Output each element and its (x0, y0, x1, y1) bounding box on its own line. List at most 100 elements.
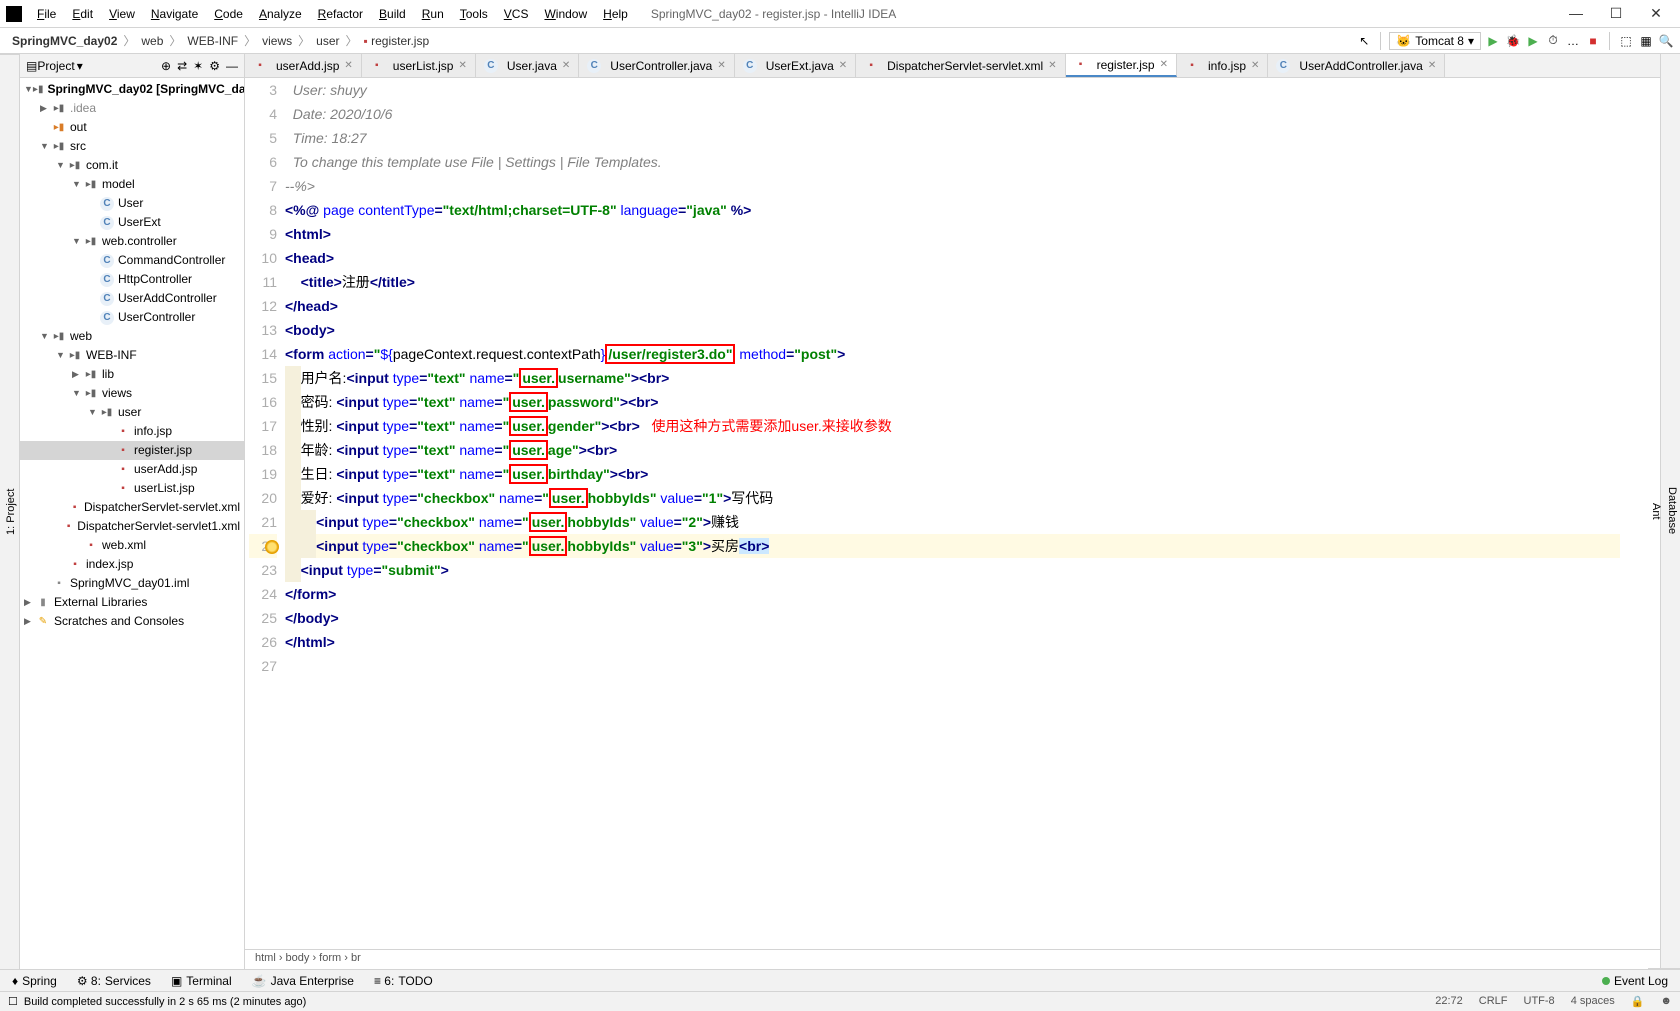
tree-item[interactable]: ▼▸▮src (20, 137, 244, 156)
editor-tab[interactable]: CUserController.java✕ (579, 54, 734, 77)
tree-item[interactable]: CHttpController (20, 270, 244, 289)
tree-item[interactable]: CUser (20, 194, 244, 213)
menu-edit[interactable]: Edit (65, 4, 100, 24)
menu-code[interactable]: Code (207, 4, 250, 24)
close-icon[interactable]: ✕ (344, 60, 352, 71)
profile-button[interactable]: ⏱ (1545, 33, 1561, 49)
caret-position[interactable]: 22:72 (1435, 995, 1463, 1008)
tree-item[interactable]: ▪userList.jsp (20, 479, 244, 498)
tree-item[interactable]: ▪register.jsp (20, 441, 244, 460)
indent-setting[interactable]: 4 spaces (1571, 995, 1615, 1008)
tree-item[interactable]: ▼▸▮views (20, 384, 244, 403)
close-button[interactable]: ✕ (1642, 5, 1670, 22)
run-config-selector[interactable]: 🐱 Tomcat 8 ▾ (1389, 32, 1481, 50)
tree-item[interactable]: ▼▸▮WEB-INF (20, 346, 244, 365)
tool-tab[interactable]: 2: Structure (0, 54, 3, 969)
close-icon[interactable]: ✕ (1048, 60, 1056, 71)
close-icon[interactable]: ✕ (1428, 60, 1436, 71)
intention-bulb-icon[interactable] (265, 534, 279, 558)
project-tree[interactable]: ▼▸▮SpringMVC_day02 [SpringMVC_day01]▶▸▮.… (20, 78, 244, 969)
tree-item[interactable]: ▶▸▮.idea (20, 99, 244, 118)
tool-tab[interactable]: 1: Project (3, 54, 19, 969)
debug-button[interactable]: 🐞 (1505, 33, 1521, 49)
tree-item[interactable]: ▪DispatcherServlet-servlet1.xml (20, 517, 244, 536)
tree-item[interactable]: ▶▮External Libraries (20, 593, 244, 612)
editor-tab[interactable]: ▪info.jsp✕ (1177, 54, 1268, 77)
line-separator[interactable]: CRLF (1479, 995, 1508, 1008)
menu-run[interactable]: Run (415, 4, 451, 24)
editor-tab[interactable]: CUser.java✕ (476, 54, 579, 77)
event-log-tab[interactable]: Event Log (1596, 974, 1674, 988)
bottom-tool-tab[interactable]: ≡ 6:TODO (368, 974, 439, 988)
structure-button[interactable]: ▦ (1638, 33, 1654, 49)
maximize-button[interactable]: ☐ (1602, 5, 1630, 22)
menu-build[interactable]: Build (372, 4, 413, 24)
editor-tab[interactable]: CUserExt.java✕ (735, 54, 856, 77)
bottom-tool-tab[interactable]: ☕Java Enterprise (246, 974, 360, 988)
tree-item[interactable]: ▶✎Scratches and Consoles (20, 612, 244, 631)
nav-crumb[interactable]: ▪ register.jsp (358, 32, 436, 50)
menu-file[interactable]: File (30, 4, 63, 24)
search-button[interactable]: 🔍 (1658, 33, 1674, 49)
editor-tab[interactable]: CUserAddController.java✕ (1268, 54, 1445, 77)
nav-crumb[interactable]: WEB-INF (181, 32, 244, 50)
nav-crumb[interactable]: views (256, 32, 298, 50)
menu-window[interactable]: Window (537, 4, 594, 24)
select-opened-icon[interactable]: ⊕ (161, 59, 171, 73)
show-tools-icon[interactable]: ☐ (8, 995, 18, 1008)
minimize-button[interactable]: — (1562, 5, 1590, 22)
tree-item[interactable]: ▸▮out (20, 118, 244, 137)
close-icon[interactable]: ✕ (717, 60, 725, 71)
settings-icon[interactable]: ⚙ (209, 59, 220, 73)
menu-analyze[interactable]: Analyze (252, 4, 309, 24)
nav-crumb[interactable]: user (310, 32, 345, 50)
menu-help[interactable]: Help (596, 4, 635, 24)
editor-tab[interactable]: ▪userAdd.jsp✕ (245, 54, 362, 77)
tool-tab[interactable]: Database (1664, 54, 1680, 969)
bottom-tool-tab[interactable]: ⚙ 8:Services (71, 974, 157, 988)
tree-item[interactable]: ▼▸▮user (20, 403, 244, 422)
code-editor[interactable]: 3456789101112131415161718192021222324252… (245, 78, 1660, 949)
editor-tab[interactable]: ▪DispatcherServlet-servlet.xml✕ (856, 54, 1065, 77)
tree-item[interactable]: ▪index.jsp (20, 555, 244, 574)
expand-icon[interactable]: ⇄ (177, 59, 187, 73)
update-button[interactable]: ⬚ (1618, 33, 1634, 49)
close-icon[interactable]: ✕ (839, 60, 847, 71)
tree-item[interactable]: ▼▸▮web.controller (20, 232, 244, 251)
tree-item[interactable]: ▼▸▮model (20, 175, 244, 194)
collapse-icon[interactable]: ✶ (193, 59, 203, 73)
menu-view[interactable]: View (102, 4, 142, 24)
coverage-button[interactable]: ▶ (1525, 33, 1541, 49)
close-icon[interactable]: ✕ (458, 60, 466, 71)
nav-crumb[interactable]: web (135, 32, 169, 50)
tree-item[interactable]: ▼▸▮web (20, 327, 244, 346)
tree-item[interactable]: ▪userAdd.jsp (20, 460, 244, 479)
hector-icon[interactable]: ☻ (1660, 995, 1672, 1008)
hide-icon[interactable]: — (226, 59, 238, 73)
code-breadcrumb[interactable]: html › body › form › br (245, 949, 1660, 969)
tree-item[interactable]: ▪web.xml (20, 536, 244, 555)
tree-item[interactable]: CUserController (20, 308, 244, 327)
bottom-tool-tab[interactable]: ♦Spring (6, 974, 63, 988)
menu-vcs[interactable]: VCS (497, 4, 536, 24)
menu-refactor[interactable]: Refactor (311, 4, 370, 24)
bottom-tool-tab[interactable]: ▣Terminal (165, 974, 238, 988)
editor-tab[interactable]: ▪register.jsp✕ (1066, 54, 1177, 77)
editor-tab[interactable]: ▪userList.jsp✕ (362, 54, 476, 77)
close-icon[interactable]: ✕ (1160, 59, 1168, 70)
tree-item[interactable]: ▼▸▮com.it (20, 156, 244, 175)
menu-tools[interactable]: Tools (453, 4, 495, 24)
back-icon[interactable]: ↖ (1356, 33, 1372, 49)
code-lines[interactable]: User: shuyy Date: 2020/10/6 Time: 18:27 … (285, 78, 1660, 949)
tree-item[interactable]: CUserAddController (20, 289, 244, 308)
stop-button[interactable]: ■ (1585, 33, 1601, 49)
lock-icon[interactable]: 🔒 (1631, 995, 1645, 1008)
tree-item[interactable]: ▼▸▮SpringMVC_day02 [SpringMVC_day01] (20, 80, 244, 99)
menu-navigate[interactable]: Navigate (144, 4, 205, 24)
run-button[interactable]: ▶ (1485, 33, 1501, 49)
tree-item[interactable]: CUserExt (20, 213, 244, 232)
tree-item[interactable]: CCommandController (20, 251, 244, 270)
tree-item[interactable]: ▪DispatcherServlet-servlet.xml (20, 498, 244, 517)
close-icon[interactable]: ✕ (1251, 60, 1259, 71)
tree-item[interactable]: ▪info.jsp (20, 422, 244, 441)
